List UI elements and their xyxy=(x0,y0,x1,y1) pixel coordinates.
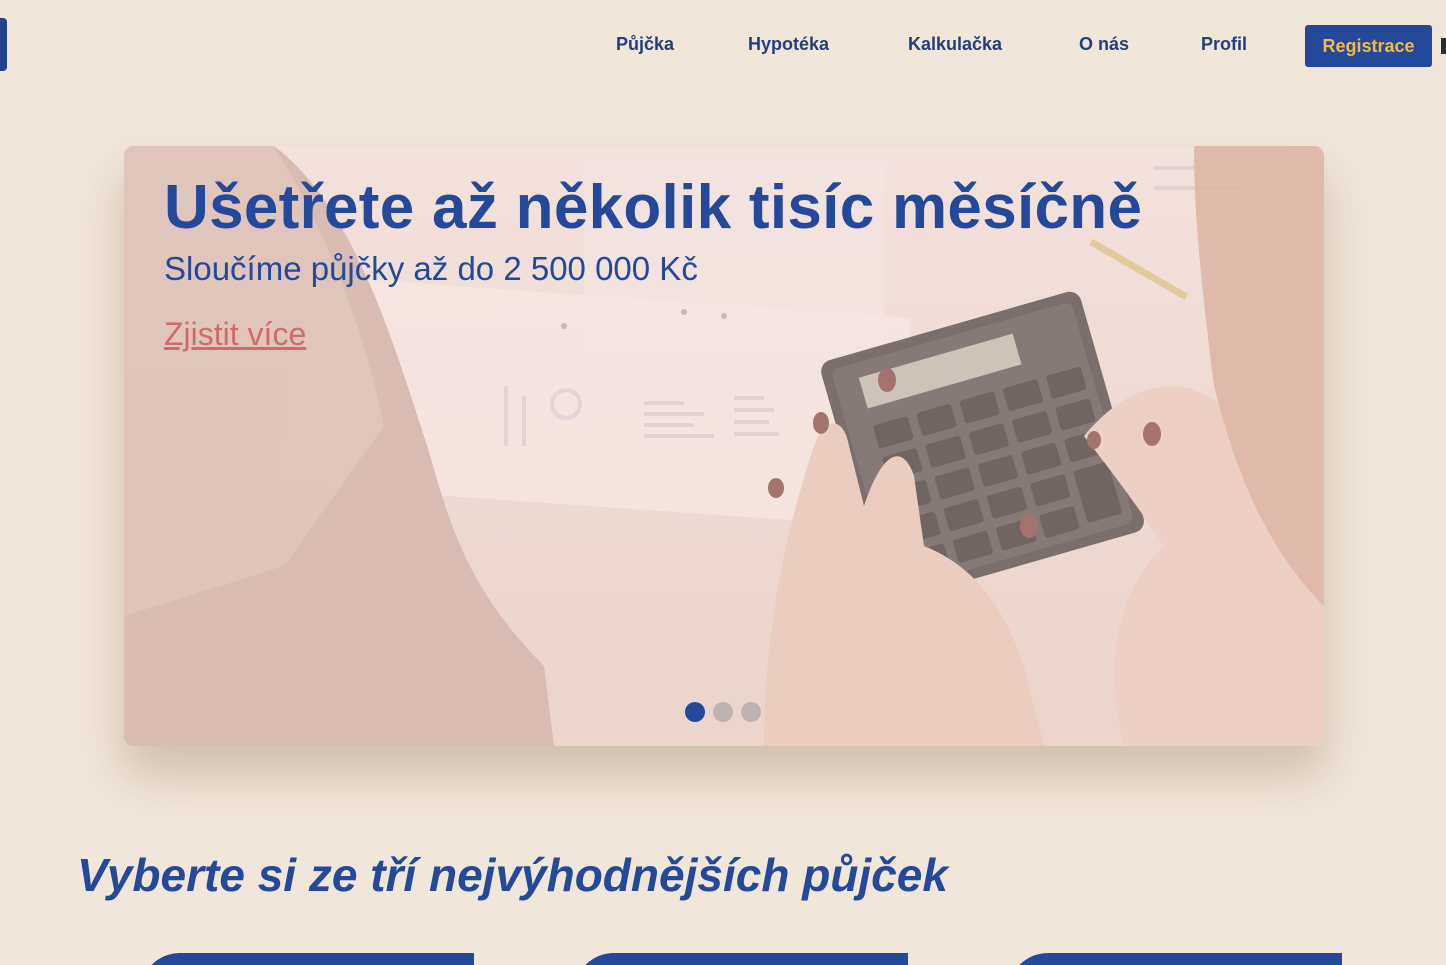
hero-subtitle: Sloučíme půjčky až do 2 500 000 Kč xyxy=(164,250,698,287)
loan-card-2[interactable] xyxy=(574,953,908,965)
loan-card-1[interactable] xyxy=(140,953,474,965)
loan-card-3[interactable] xyxy=(1008,953,1342,965)
learn-more-link[interactable]: Zjistit více xyxy=(164,316,306,353)
nav-link-pujcka[interactable]: Půjčka xyxy=(616,34,674,55)
page: Půjčka Hypotéka Kalkulačka O nás Profil … xyxy=(0,0,1446,965)
slider-dot-3[interactable] xyxy=(741,702,761,722)
nav-link-kalkulacka[interactable]: Kalkulačka xyxy=(908,34,1002,55)
hero-title: Ušetřete až několik tisíc měsíčně xyxy=(164,173,1143,242)
slider-dot-2[interactable] xyxy=(713,702,733,722)
register-button[interactable]: Registrace xyxy=(1305,25,1432,67)
offscreen-element xyxy=(1441,38,1446,54)
nav-link-o-nas[interactable]: O nás xyxy=(1079,34,1129,55)
main-navigation: Půjčka Hypotéka Kalkulačka O nás Profil … xyxy=(0,0,1446,92)
nav-link-hypoteka[interactable]: Hypotéka xyxy=(748,34,829,55)
hero-slider[interactable]: Ušetřete až několik tisíc měsíčně Sloučí… xyxy=(124,146,1324,746)
nav-link-profil[interactable]: Profil xyxy=(1201,34,1247,55)
section-title: Vyberte si ze tří nejvýhodnějších půjček xyxy=(77,849,948,901)
slider-dot-1[interactable] xyxy=(685,702,705,722)
